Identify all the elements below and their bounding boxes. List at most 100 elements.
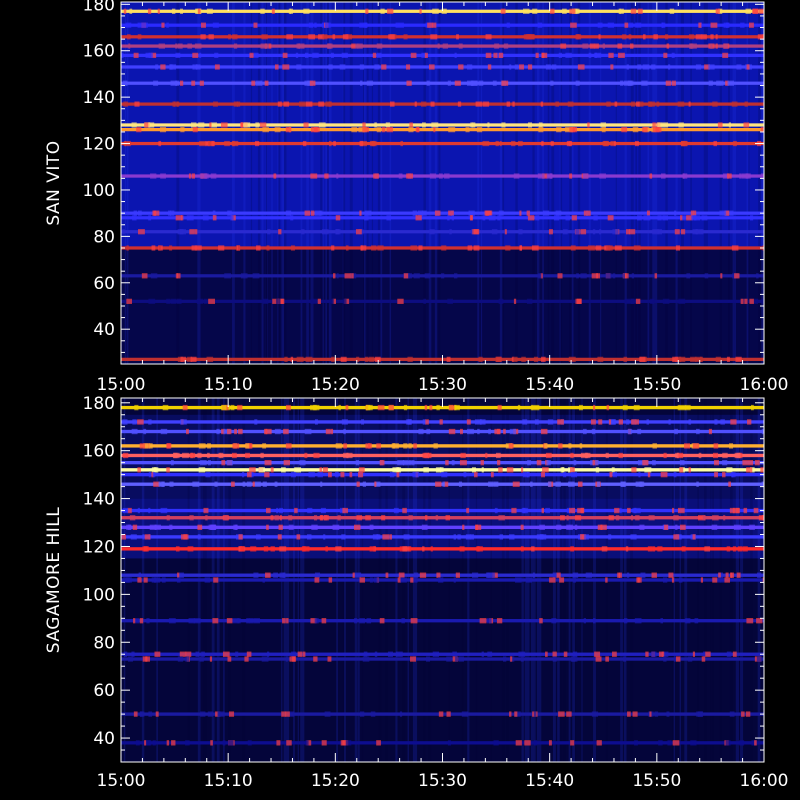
signal-speckle — [476, 127, 483, 133]
signal-speckle — [522, 8, 530, 14]
signal-speckle — [252, 273, 260, 279]
signal-speckle — [550, 80, 554, 86]
signal-speckle — [491, 229, 498, 235]
signal-speckle — [221, 404, 227, 411]
signal-speckle — [216, 428, 220, 435]
signal-speckle — [328, 101, 331, 107]
signal-speckle — [266, 507, 271, 514]
signal-speckle — [444, 481, 449, 487]
signal-speckle — [465, 534, 471, 540]
signal-speckle — [240, 273, 248, 279]
signal-speckle — [694, 618, 699, 624]
signal-speckle — [128, 656, 133, 662]
signal-speckle — [673, 656, 677, 662]
signal-speckle — [325, 428, 331, 435]
signal-speckle — [680, 215, 683, 221]
signal-speckle — [756, 618, 763, 624]
signal-speckle — [532, 572, 535, 578]
signal-speckle — [512, 481, 520, 487]
signal-speckle — [424, 273, 430, 279]
signal-speckle — [369, 356, 375, 362]
signal-speckle — [285, 127, 292, 133]
x-tick-label: 15:50 — [632, 375, 681, 395]
signal-speckle — [660, 618, 664, 624]
signal-speckle — [466, 419, 471, 425]
signal-speckle — [189, 452, 196, 459]
signal-speckle — [180, 127, 185, 133]
signal-speckle — [441, 471, 448, 478]
signal-speckle — [611, 467, 615, 473]
signal-speckle — [727, 173, 732, 179]
signal-speckle — [185, 651, 192, 657]
signal-speckle — [235, 651, 239, 657]
signal-speckle — [395, 651, 403, 657]
signal-speckle — [206, 356, 214, 362]
signal-speckle — [568, 356, 576, 362]
signal-speckle — [459, 546, 465, 552]
signal-speckle — [439, 419, 443, 425]
signal-speckle — [453, 534, 457, 540]
signal-speckle — [688, 101, 691, 107]
signal-speckle — [260, 8, 265, 14]
signal-speckle — [727, 80, 735, 86]
signal-speckle — [541, 471, 546, 478]
signal-speckle — [485, 34, 492, 40]
signal-speckle — [206, 8, 213, 14]
signal-speckle — [506, 467, 514, 473]
signal-speckle — [712, 577, 718, 583]
signal-speckle — [238, 428, 243, 435]
signal-speckle — [249, 467, 256, 473]
signal-speckle — [560, 43, 567, 49]
signal-speckle — [432, 651, 439, 657]
signal-speckle — [308, 471, 315, 478]
signal-speckle — [333, 140, 336, 147]
signal-speckle — [496, 618, 503, 624]
signal-line — [121, 453, 764, 458]
signal-speckle — [222, 740, 226, 746]
signal-speckle — [322, 467, 328, 473]
signal-speckle — [133, 210, 138, 216]
signal-speckle — [499, 140, 502, 147]
signal-speckle — [454, 80, 461, 86]
signal-speckle — [253, 22, 258, 28]
signal-speckle — [369, 546, 376, 552]
signal-speckle — [624, 22, 629, 28]
signal-speckle — [286, 404, 291, 411]
signal-speckle — [261, 34, 268, 40]
signal-speckle — [398, 572, 405, 578]
signal-speckle — [608, 515, 614, 521]
signal-speckle — [526, 471, 530, 478]
signal-speckle — [542, 210, 550, 216]
signal-speckle — [555, 481, 561, 487]
signal-speckle — [631, 273, 635, 279]
signal-speckle — [188, 618, 195, 624]
signal-speckle — [331, 356, 335, 362]
signal-speckle — [513, 298, 517, 304]
signal-speckle — [537, 173, 545, 179]
signal-speckle — [197, 534, 201, 540]
signal-speckle — [246, 471, 252, 478]
signal-speckle — [725, 740, 731, 746]
signal-speckle — [199, 80, 204, 86]
signal-speckle — [157, 8, 160, 14]
signal-speckle — [607, 215, 614, 221]
signal-speckle — [153, 210, 157, 216]
signal-speckle — [594, 52, 598, 58]
signal-speckle — [131, 428, 138, 435]
signal-speckle — [505, 245, 511, 251]
signal-speckle — [249, 618, 254, 624]
signal-speckle — [175, 52, 181, 58]
signal-speckle — [459, 459, 467, 466]
signal-speckle — [226, 459, 233, 466]
signal-speckle — [445, 515, 451, 521]
signal-speckle — [179, 651, 187, 657]
signal-speckle — [613, 140, 616, 147]
signal-speckle — [518, 140, 523, 147]
signal-speckle — [354, 524, 361, 530]
signal-speckle — [569, 173, 573, 179]
signal-speckle — [170, 298, 177, 304]
signal-speckle — [460, 452, 466, 459]
signal-speckle — [143, 428, 147, 435]
signal-speckle — [526, 210, 530, 216]
signal-speckle — [335, 215, 341, 221]
